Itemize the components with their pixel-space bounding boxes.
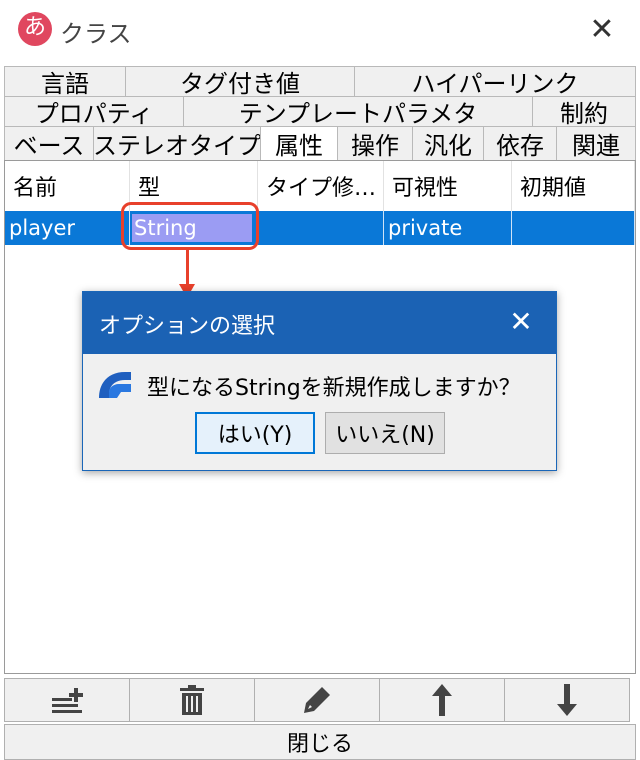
tab-association[interactable]: 関連 xyxy=(556,126,636,160)
dialog-message: 型になるStringを新規作成しますか？ xyxy=(147,376,521,401)
tab-constraints[interactable]: 制約 xyxy=(532,96,636,126)
edit-row-button[interactable] xyxy=(254,678,380,722)
dialog-title: オプションの選択 xyxy=(99,314,276,339)
dialog-title-bar: オプションの選択 ✕ xyxy=(83,292,556,354)
cell-visibility[interactable]: private xyxy=(384,211,512,245)
tab-stereotype[interactable]: ステレオタイプ xyxy=(93,126,261,160)
tab-dependency[interactable]: 依存 xyxy=(483,126,557,160)
dialog-close-button[interactable]: ✕ xyxy=(499,302,543,342)
trash-icon xyxy=(180,685,204,715)
arrow-up-icon xyxy=(432,684,452,716)
tab-hyperlink[interactable]: ハイパーリンク xyxy=(354,66,636,96)
tab-template-parameters[interactable]: テンプレートパラメタ xyxy=(183,96,533,126)
option-dialog: オプションの選択 ✕ 型になるStringを新規作成しますか？ はい(Y) いい… xyxy=(82,291,557,471)
pen-icon xyxy=(304,687,330,713)
annotation-arrow-line xyxy=(186,250,189,288)
move-up-button[interactable] xyxy=(379,678,505,722)
table-row[interactable]: player String private xyxy=(5,211,635,245)
tab-generalization[interactable]: 汎化 xyxy=(412,126,484,160)
tab-attributes[interactable]: 属性 xyxy=(260,126,338,160)
astah-logo-icon xyxy=(95,368,133,400)
cell-name[interactable]: player xyxy=(5,211,130,245)
tab-row-3: ベース ステレオタイプ 属性 操作 汎化 依存 関連 xyxy=(4,126,636,160)
row-toolbar xyxy=(4,678,636,722)
add-row-button[interactable] xyxy=(4,678,130,722)
column-header-type-modifier[interactable]: タイプ修… xyxy=(258,161,384,211)
column-header-initial-value[interactable]: 初期値 xyxy=(512,161,635,211)
tab-language[interactable]: 言語 xyxy=(4,66,126,96)
cell-initial-value[interactable] xyxy=(512,211,635,245)
arrow-down-icon xyxy=(557,684,577,716)
class-window: あ クラス ✕ 言語 タグ付き値 ハイパーリンク プロパティ テンプレートパラメ… xyxy=(0,0,640,760)
cell-type-modifier[interactable] xyxy=(258,211,384,245)
tab-row-1: 言語 タグ付き値 ハイパーリンク xyxy=(4,66,636,96)
no-button[interactable]: いいえ(N) xyxy=(325,412,445,454)
tab-properties[interactable]: プロパティ xyxy=(4,96,184,126)
window-close-button[interactable]: ✕ xyxy=(580,10,624,50)
app-logo-icon: あ xyxy=(18,12,52,46)
tab-base[interactable]: ベース xyxy=(4,126,94,160)
tab-operations[interactable]: 操作 xyxy=(337,126,413,160)
move-down-button[interactable] xyxy=(504,678,630,722)
tab-row-2: プロパティ テンプレートパラメタ 制約 xyxy=(4,96,636,126)
column-header-visibility[interactable]: 可視性 xyxy=(384,161,512,211)
annotation-highlight-ring xyxy=(121,202,259,250)
column-header-name[interactable]: 名前 xyxy=(5,161,130,211)
title-bar: あ クラス ✕ xyxy=(0,0,640,62)
yes-button[interactable]: はい(Y) xyxy=(195,412,315,454)
table-header: 名前 型 タイプ修… 可視性 初期値 xyxy=(5,161,635,211)
window-title: クラス xyxy=(60,20,132,48)
close-button[interactable]: 閉じる xyxy=(4,724,636,760)
add-row-icon xyxy=(52,688,83,713)
tab-tagged-values[interactable]: タグ付き値 xyxy=(125,66,355,96)
delete-row-button[interactable] xyxy=(129,678,255,722)
